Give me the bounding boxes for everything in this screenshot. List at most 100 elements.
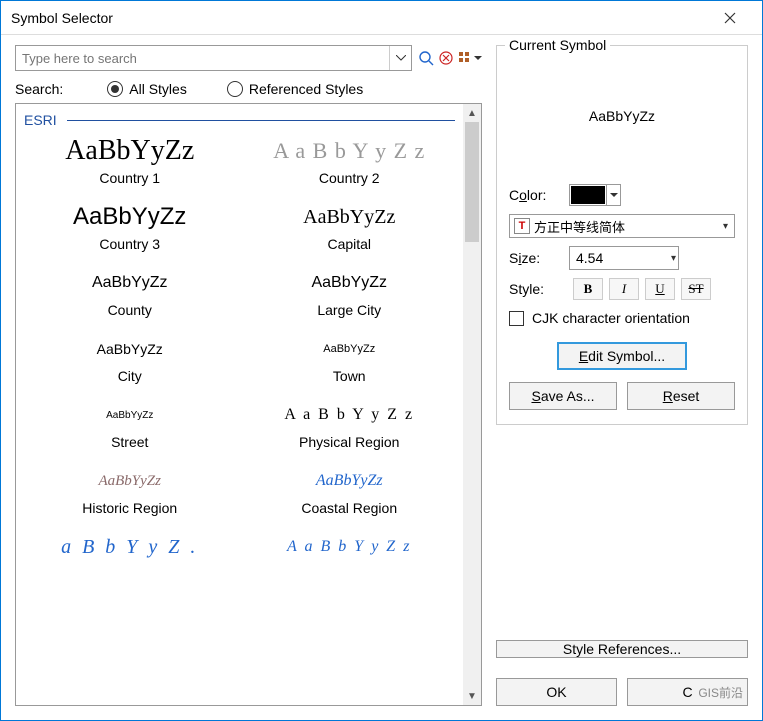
symbol-item[interactable]: AaBbYyZz Large City	[242, 262, 458, 328]
view-grid-icon	[458, 51, 472, 65]
divider	[67, 120, 455, 121]
symbol-item[interactable]: AaBbYyZz County	[22, 262, 238, 328]
radio-label: Referenced Styles	[249, 81, 363, 97]
chevron-down-icon: ▾	[721, 221, 730, 232]
symbol-sample: AaBbYyZz	[303, 202, 395, 232]
symbol-sample: AaBbYyZz	[92, 268, 168, 298]
radio-label: All Styles	[129, 81, 187, 97]
style-label: Style:	[509, 281, 569, 297]
search-icon-button[interactable]	[418, 50, 434, 66]
filter-row: Search: All Styles Referenced Styles	[15, 81, 482, 97]
symbol-label: Historic Region	[82, 500, 177, 516]
bold-button[interactable]: B	[573, 278, 603, 300]
symbol-label: Coastal Region	[301, 500, 397, 516]
symbol-sample: AaBbYyZz	[311, 268, 387, 298]
scrollbar[interactable]: ▲ ▼	[463, 104, 481, 705]
group-header[interactable]: ESRI	[18, 110, 461, 130]
symbol-item[interactable]: AaBbYyZz Country 3	[22, 196, 238, 262]
symbol-label: Large City	[317, 302, 381, 318]
symbol-item[interactable]: AaBbYyZz City	[22, 328, 238, 394]
symbol-item[interactable]: AaBbYyZz Historic Region	[22, 460, 238, 526]
radio-all-styles[interactable]: All Styles	[107, 81, 187, 97]
color-label: Color:	[509, 187, 569, 203]
magnifier-icon	[418, 50, 434, 66]
search-dropdown-button[interactable]	[389, 46, 411, 70]
style-references-button[interactable]: Style References...	[496, 640, 748, 658]
cjk-checkbox[interactable]	[509, 311, 524, 326]
chevron-down-icon	[610, 193, 618, 198]
cancel-label: C	[682, 684, 692, 700]
symbol-item[interactable]: A a B b Y y Z z	[242, 526, 458, 572]
group-name: ESRI	[24, 112, 57, 128]
radio-referenced-styles[interactable]: Referenced Styles	[227, 81, 363, 97]
scroll-down-button[interactable]: ▼	[463, 687, 481, 705]
close-icon	[724, 12, 736, 24]
search-combo[interactable]	[15, 45, 412, 71]
symbol-sample: AaBbYyZz	[316, 466, 383, 496]
close-button[interactable]	[708, 3, 752, 33]
panel-title: Current Symbol	[505, 37, 610, 53]
symbol-label: Country 3	[99, 236, 160, 252]
ok-button[interactable]: OK	[496, 678, 617, 706]
symbol-label: City	[118, 368, 142, 384]
symbol-item[interactable]: AaBbYyZzCapital	[242, 196, 458, 262]
symbol-sample: a B b Y y Z .	[61, 532, 198, 562]
save-as-button[interactable]: Save As...	[509, 382, 617, 410]
symbol-label: Country 1	[99, 170, 160, 186]
search-input[interactable]	[16, 46, 389, 70]
edit-symbol-button[interactable]: Edit Symbol...	[557, 342, 687, 370]
italic-button[interactable]: I	[609, 278, 639, 300]
cancel-button[interactable]: C GIS前沿	[627, 678, 748, 706]
watermark-text: GIS前沿	[698, 684, 743, 701]
symbol-label: Physical Region	[299, 434, 399, 450]
color-swatch	[571, 186, 605, 204]
font-name: 方正中等线简体	[534, 217, 721, 236]
strikethrough-button[interactable]: ST	[681, 278, 711, 300]
symbol-item[interactable]: A a B b Y y Z z Physical Region	[242, 394, 458, 460]
cjk-label: CJK character orientation	[532, 310, 690, 326]
scroll-thumb[interactable]	[465, 122, 479, 242]
radio-icon	[227, 81, 243, 97]
symbol-preview-area: AaBbYyZz	[509, 56, 735, 176]
window-title: Symbol Selector	[11, 10, 708, 26]
chevron-down-icon	[396, 55, 406, 61]
symbol-label: Country 2	[319, 170, 380, 186]
symbol-sample: A a B b Y y Z z	[287, 532, 411, 562]
symbol-preview-text: AaBbYyZz	[589, 108, 655, 124]
chevron-down-icon	[474, 56, 482, 61]
symbol-item[interactable]: AaBbYyZzStreet	[22, 394, 238, 460]
symbol-label: County	[108, 302, 152, 318]
chevron-down-icon: ▾	[669, 253, 678, 264]
view-mode-button[interactable]	[458, 51, 482, 65]
symbol-item[interactable]: AaBbYyZz Country 1	[22, 130, 238, 196]
symbol-sample: AaBbYyZz	[323, 334, 375, 364]
titlebar: Symbol Selector	[1, 1, 762, 35]
underline-button[interactable]: U	[645, 278, 675, 300]
size-combo[interactable]: 4.54 ▾	[569, 246, 679, 270]
symbol-sample: AaBbYyZz	[98, 466, 161, 496]
symbol-sample: A a B b Y y Z z	[284, 400, 414, 430]
symbol-label: Town	[333, 368, 366, 384]
symbol-list-container: ESRI AaBbYyZz Country 1 A a B b Y y Z z Cou…	[15, 103, 482, 706]
symbol-item[interactable]: AaBbYyZz Town	[242, 328, 458, 394]
font-icon: T	[514, 218, 530, 234]
size-label: Size:	[509, 250, 569, 266]
symbol-item[interactable]: a B b Y y Z .	[22, 526, 238, 572]
symbol-item[interactable]: AaBbYyZz Coastal Region	[242, 460, 458, 526]
radio-icon	[107, 81, 123, 97]
symbol-sample: AaBbYyZz	[65, 136, 194, 166]
font-combo[interactable]: T 方正中等线简体 ▾	[509, 214, 735, 238]
symbol-sample: A a B b Y y Z z	[273, 136, 425, 166]
scroll-track[interactable]	[463, 122, 481, 687]
x-circle-icon	[438, 50, 454, 66]
scroll-up-button[interactable]: ▲	[463, 104, 481, 122]
search-label: Search:	[15, 81, 63, 97]
color-dropdown[interactable]	[606, 185, 620, 205]
symbol-sample: AaBbYyZz	[97, 334, 163, 364]
clear-search-button[interactable]	[438, 50, 454, 66]
reset-button[interactable]: Reset	[627, 382, 735, 410]
size-value: 4.54	[576, 250, 669, 266]
symbol-sample: AaBbYyZz	[73, 202, 186, 232]
symbol-item[interactable]: A a B b Y y Z z Country 2	[242, 130, 458, 196]
color-picker[interactable]	[569, 184, 621, 206]
